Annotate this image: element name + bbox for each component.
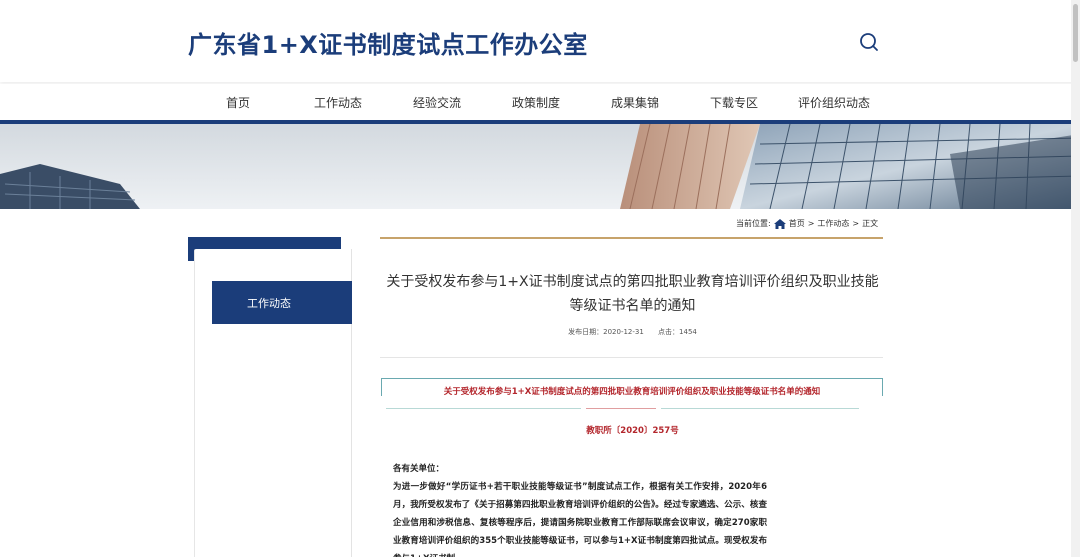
document-title-frame-edge [882,378,883,396]
salutation: 各有关单位： [393,464,445,474]
breadcrumb-prefix: 当前位置: [736,219,771,228]
underline-segment [661,408,859,409]
breadcrumb-section-link[interactable]: 工作动态 [817,218,849,229]
nav-item-achievements[interactable]: 成果集锦 [611,94,659,111]
site-header: 广东省1+X证书制度试点工作办公室 [0,0,1080,82]
sidebar-item-label: 工作动态 [247,296,291,310]
underline-segment [386,408,581,409]
publish-date: 发布日期：2020-12-31 [568,328,644,336]
nav-item-downloads[interactable]: 下载专区 [710,94,758,111]
home-icon[interactable] [773,218,786,229]
breadcrumb-separator: > [852,219,860,228]
breadcrumb-home-link[interactable]: 首页 [789,218,805,229]
banner-buildings-illustration [0,124,1080,209]
click-count: 点击：1454 [658,328,697,336]
nav-item-work-news[interactable]: 工作动态 [314,94,362,111]
site-title[interactable]: 广东省1+X证书制度试点工作办公室 [188,25,588,60]
article-title: 关于受权发布参与1+X证书制度试点的第四批职业教育培训评价组织及职业技能等级证书… [386,274,879,314]
sidebar-item-work-news[interactable]: 工作动态 [212,281,352,324]
nav-item-evaluation-orgs[interactable]: 评价组织动态 [798,94,870,111]
nav-item-experience[interactable]: 经验交流 [413,94,461,111]
search-icon[interactable] [858,31,880,53]
meta-divider [380,357,883,358]
document-number: 教职所〔2020〕257号 [586,426,679,436]
scrollbar-thumb[interactable] [1073,4,1078,62]
body-paragraph: 为进一步做好“学历证书+若干职业技能等级证书”制度试点工作，根据有关工作安排，2… [393,482,767,557]
banner-image [0,124,1080,209]
breadcrumb-separator: > [807,219,815,228]
document-title: 关于受权发布参与1+X证书制度试点的第四批职业教育培训评价组织及职业技能等级证书… [443,387,821,397]
underline-segment [586,408,656,409]
article-meta: 发布日期：2020-12-31 点击：1454 [380,327,885,337]
content-top-rule [380,237,883,239]
document-title-underline [381,408,859,410]
nav-item-home[interactable]: 首页 [226,94,250,111]
breadcrumb-current: 正文 [862,219,879,228]
article-body: 各有关单位： 为进一步做好“学历证书+若干职业技能等级证书”制度试点工作，根据有… [393,460,767,557]
nav-item-policy[interactable]: 政策制度 [512,94,560,111]
breadcrumb: 当前位置: 首页 > 工作动态 > 正文 [736,218,878,229]
main-nav: 首页 工作动态 经验交流 政策制度 成果集锦 下载专区 评价组织动态 [0,84,1080,120]
page-scrollbar[interactable] [1071,0,1080,557]
